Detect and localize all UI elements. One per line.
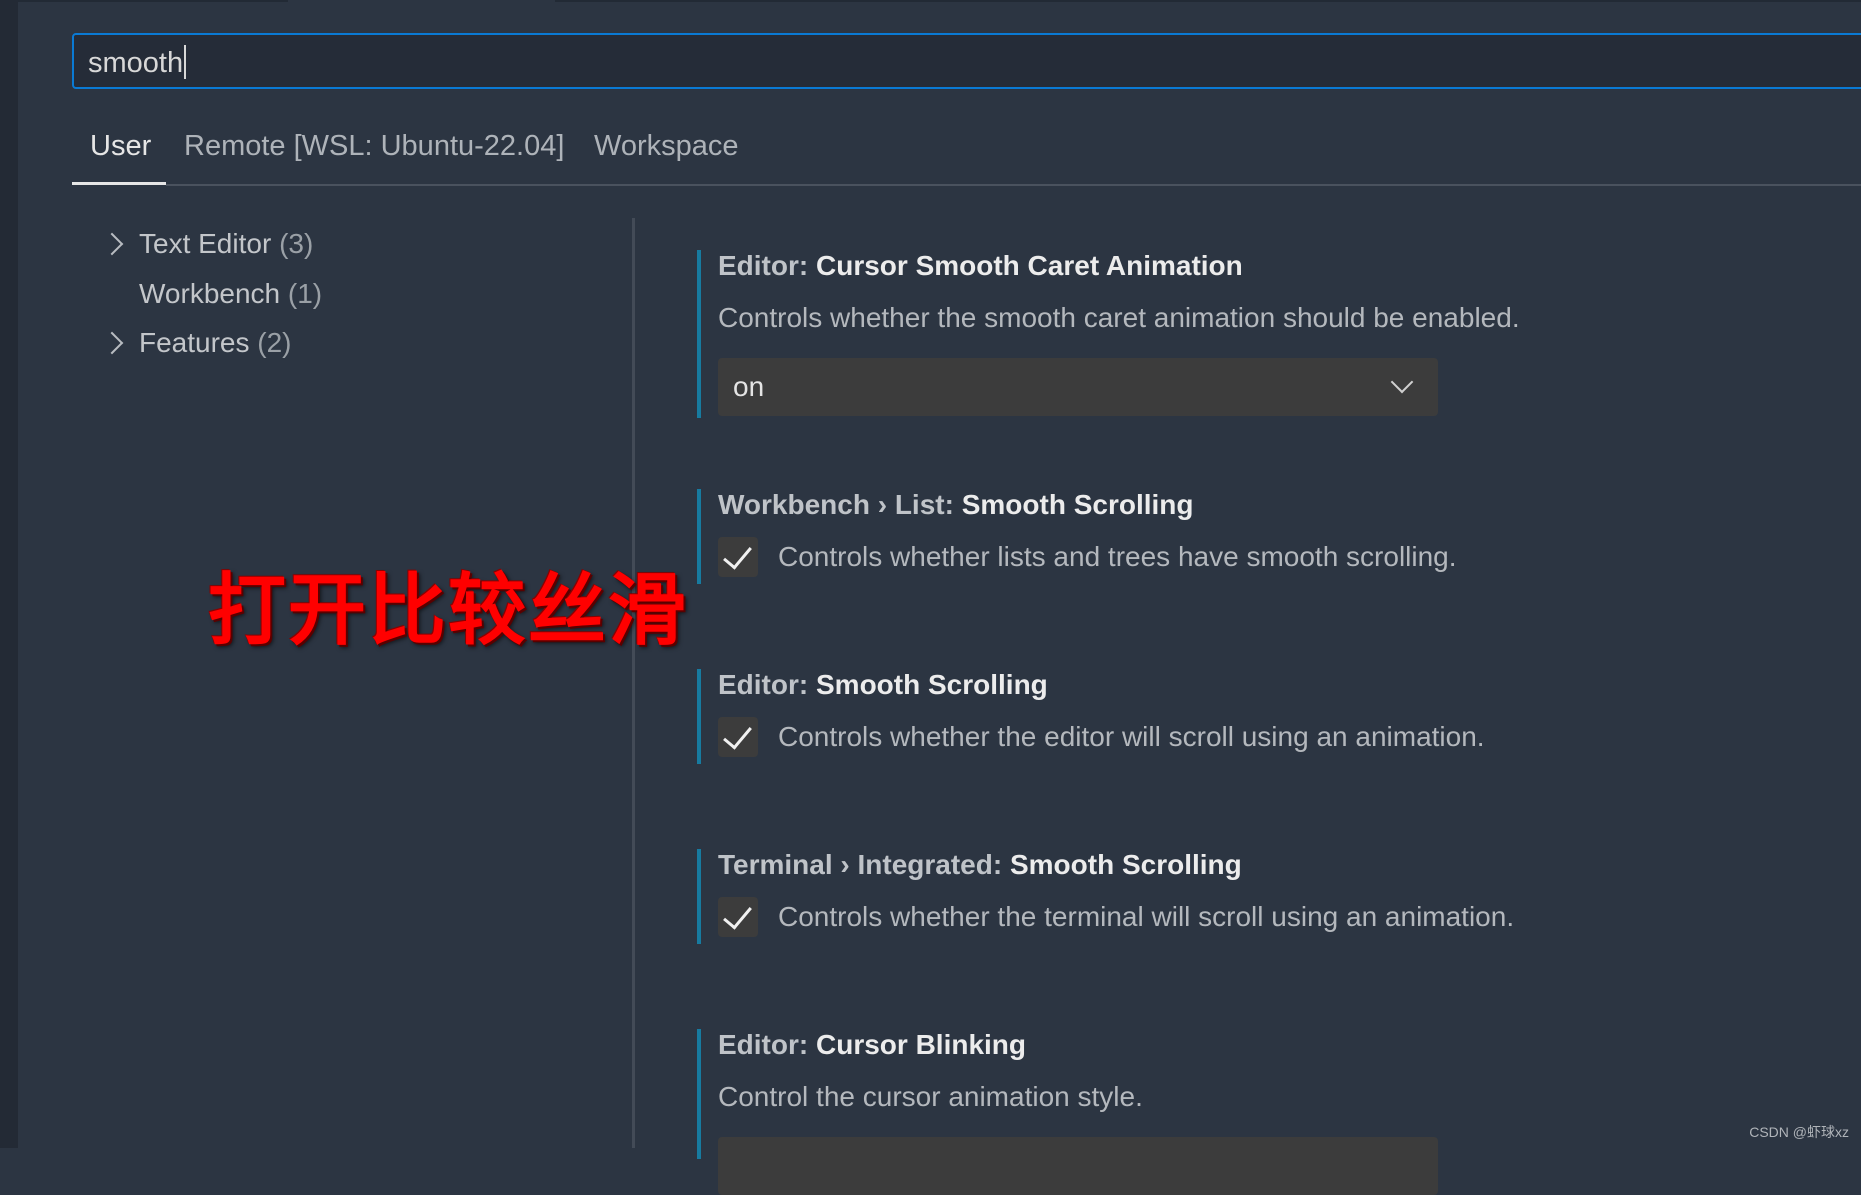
tree-item-label: Text Editor [139,228,272,259]
tree-item-label: Workbench [139,278,281,309]
checkmark-icon [723,539,752,570]
tab-user[interactable]: User [90,130,151,163]
setting-description: Controls whether lists and trees have sm… [778,541,1457,572]
setting-description: Controls whether the terminal will scrol… [778,901,1515,932]
setting-title: Editor: Cursor Smooth Caret Animation [718,250,1243,282]
annotation-text: 打开比较丝滑 [208,566,689,656]
modified-indicator [697,489,701,584]
activity-bar-edge [0,0,18,1148]
tabs-divider [166,184,1861,186]
tree-item-count: (1) [287,278,323,309]
tab-workspace[interactable]: Workspace [594,130,739,163]
setting-name: Cursor Blinking [816,1029,1027,1060]
setting-dropdown[interactable] [718,1137,1438,1195]
setting-category: Editor: [718,669,816,700]
tab-remote[interactable]: Remote [WSL: Ubuntu-22.04] [184,130,564,163]
setting-checkbox[interactable] [718,717,758,757]
setting-title: Editor: Smooth Scrolling [718,669,1048,701]
setting-title: Editor: Cursor Blinking [718,1029,1026,1061]
settings-search-input[interactable]: smooth [72,33,1861,89]
dropdown-value: on [733,371,765,402]
text-caret [184,45,187,79]
watermark: CSDN @虾球xz [1749,1124,1849,1140]
chevron-right-icon[interactable] [100,232,124,256]
top-border [18,0,288,2]
setting-checkbox[interactable] [718,897,758,937]
tree-item-label: Features [139,327,250,358]
setting-dropdown[interactable]: on [718,358,1438,416]
setting-category: Terminal › Integrated: [718,849,1010,880]
setting-title: Workbench › List: Smooth Scrolling [718,489,1194,521]
setting-name: Smooth Scrolling [1009,849,1242,880]
sash-divider[interactable] [632,218,635,1148]
setting-description: Control the cursor animation style. [718,1081,1143,1112]
tree-item-count: (2) [257,327,292,358]
active-tab-indicator [72,182,166,185]
modified-indicator [697,1029,701,1159]
setting-description: Controls whether the editor will scroll … [778,721,1485,752]
modified-indicator [697,669,701,764]
modified-indicator [697,250,701,418]
setting-description: Controls whether the smooth caret animat… [718,302,1520,333]
setting-category: Workbench › List: [718,489,962,520]
search-value: smooth [88,47,184,79]
tree-item-count: (3) [279,228,314,259]
checkmark-icon [723,719,752,750]
top-border [555,0,1861,2]
setting-name: Smooth Scrolling [816,669,1048,700]
setting-title: Terminal › Integrated: Smooth Scrolling [718,849,1242,881]
modified-indicator [697,849,701,944]
checkmark-icon [723,899,752,930]
setting-name: Smooth Scrolling [961,489,1194,520]
chevron-right-icon[interactable] [100,331,124,355]
setting-checkbox[interactable] [718,537,758,577]
setting-category: Editor: [718,1029,816,1060]
setting-name: Cursor Smooth Caret Animation [816,250,1243,281]
chevron-down-icon [1390,370,1414,394]
setting-category: Editor: [718,250,816,281]
